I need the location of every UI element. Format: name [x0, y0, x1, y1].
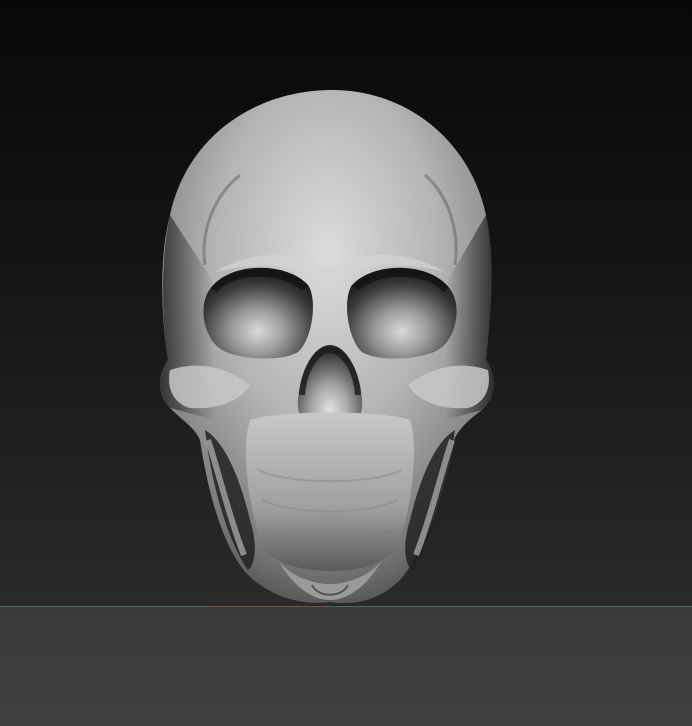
maxilla — [245, 412, 415, 571]
skull-model[interactable] — [0, 0, 692, 726]
3d-viewport[interactable] — [0, 0, 692, 726]
